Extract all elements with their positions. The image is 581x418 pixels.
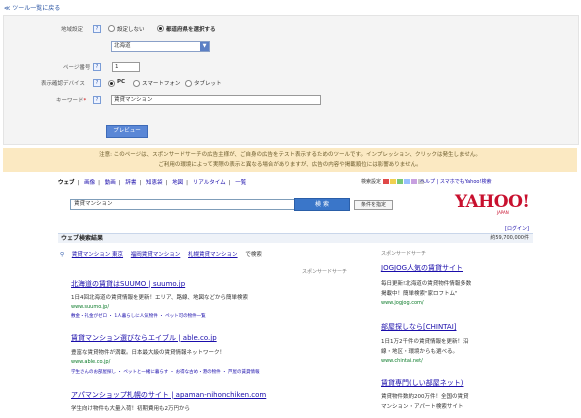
right-ad-description: マンション・アパート検索サイト [381,404,464,410]
yahoo-logo: YAHOO! [455,192,530,212]
right-ad-title[interactable]: JOGJOG人気の賃貸サイト [381,263,463,273]
tab-video[interactable]: 動画 [105,180,116,186]
device-tab-label[interactable]: タブレット [194,79,222,87]
tab-dictionary[interactable]: 辞書 [125,180,136,186]
ad-description: 1日4回北海道の賃貸情報を更新！エリア、路線、地図などから簡単検索 [71,295,248,301]
ad-title[interactable]: 賃貸マンション選びならエイブル | able.co.jp [71,333,217,343]
device-tab-radio[interactable] [185,80,192,87]
region-select-radio[interactable] [157,25,164,32]
right-ad-title[interactable]: 賃貸専門(しい部屋ネット) [381,378,463,388]
notice-banner: 注意: このページは、スポンサードサーチの広告主様が、ご自身の広告をテスト表示す… [3,148,577,172]
help-icon[interactable]: ? [93,63,101,71]
search-settings: 検索設定 [361,178,425,185]
ad-description: 学生向け物件も大量入荷！初期費用も2万円から [71,406,191,412]
right-ad-description: 1日1万2千件の賃貸情報を更新！沿 [381,339,469,345]
related-link[interactable]: 札幌賃貸マンション [188,252,238,258]
right-ad-title[interactable]: 部屋探しなら[CHINTAI] [381,322,457,332]
ad-title[interactable]: 北海道の賃貸はSUUMO | suumo.jp [71,279,185,289]
required-mark: * [83,98,87,104]
right-sponsor-label: スポンサードサーチ [381,251,427,257]
device-label: 表示確認デバイス [41,81,85,87]
tab-map[interactable]: 地図 [172,180,183,186]
ad-url[interactable]: www.able.co.jp/ [71,359,110,365]
ad-url[interactable]: www.suumo.jp/ [71,304,109,310]
device-pc-label[interactable]: PC [117,79,125,85]
prefecture-select[interactable]: 北海道 ▼ [111,41,210,52]
right-ad-description: 賃貸物件数約200万件！全国の賃貸 [381,394,469,400]
search-tabs: ウェブ | 画像 | 動画 | 辞書 | 知恵袋 | 地図 | リアルタイム | 一覧 [58,180,247,186]
theme-swatches [382,179,425,185]
login-link[interactable]: [ログイン] [505,225,529,232]
search-icon: ⚲ [60,252,65,258]
help-icon[interactable]: ? [93,79,101,87]
tab-list[interactable]: 一覧 [235,180,246,186]
results-header: ウェブ検索結果 約59,700,000件 [58,233,533,243]
search-settings-label[interactable]: 検索設定 [361,179,381,185]
tab-web[interactable]: ウェブ [58,180,75,186]
tab-realtime[interactable]: リアルタイム [193,180,226,186]
theme-swatch[interactable] [403,179,410,184]
right-ad-description: 線・地区・環境からも選べる。 [381,349,459,355]
right-ad-description: 毎日更新!北海道の賃貸物件情報多数 [381,281,472,287]
theme-swatch[interactable] [382,179,389,184]
keyword-input[interactable]: 賃貸マンション [111,95,321,105]
yahoo-search-button[interactable]: 検 索 [294,198,350,211]
preview-button[interactable]: プレビュー [106,125,148,138]
notice-line-2: ご利用の環境によって実際の表示と異なる場合がありますが、広告の内容や掲載順位には… [158,162,422,168]
ad-sitelinks[interactable]: 敷金・礼金がゼロ ・ 1人暮らしに人気物件 ・ ペット可の物件一覧 [71,313,206,319]
results-count: 約59,700,000件 [490,235,529,241]
ad-sitelinks[interactable]: 学生さんのお部屋探し ・ ペットと一緒に暮らす ・ お得な古め・港の物件 ・ 芦… [71,369,260,375]
device-sp-radio[interactable] [133,80,140,87]
keyword-label: キーワード* [56,98,87,104]
yahoo-search-input[interactable]: 賃貸マンション [70,199,297,210]
related-suffix: で検索 [245,252,262,258]
help-icon[interactable]: ? [93,96,101,104]
device-pc-radio[interactable] [108,80,115,87]
tab-images[interactable]: 画像 [84,180,95,186]
page-number-input[interactable]: 1 [112,62,140,72]
theme-swatch[interactable] [410,179,417,184]
related-link[interactable]: 福岡賃貸マンション [131,252,181,258]
chevron-down-icon: ▼ [200,42,209,51]
right-ad-url[interactable]: www.chintai.net/ [381,358,423,364]
right-ad-description: 掲載中！簡単検索"家ロフトム" [381,291,458,297]
page-number-label: ページ番号 [63,65,91,71]
back-to-tools-link[interactable]: ≪ ツール一覧に戻る [4,3,60,12]
region-none-label[interactable]: 設定しない [117,25,145,33]
related-searches: ⚲ 賃貸マンション 東京 福岡賃貸マンション 札幌賃貸マンション で検索 [60,250,268,258]
theme-swatch[interactable] [389,179,396,184]
settings-panel: 地域設定 ? 設定しない 都道府県を選択する 北海道 ▼ ページ番号 ? 1 表… [3,15,579,145]
notice-line-1: 注意: このページは、スポンサードサーチの広告主様が、ご自身の広告をテスト表示す… [99,152,481,158]
help-link[interactable]: ヘルプ [420,179,435,185]
ad-description: 豊富な賃貸物件が満載。日本最大級の賃貸情報ネットワーク！ [71,350,226,356]
prefecture-value: 北海道 [114,43,131,49]
region-label: 地域設定 [61,27,84,33]
device-sp-label[interactable]: スマートフォン [142,79,180,87]
condition-button[interactable]: 条件を指定 [354,200,393,210]
help-icon[interactable]: ? [93,25,101,33]
region-select-label[interactable]: 都道府県を選択する [166,25,216,33]
related-link[interactable]: 賃貸マンション 東京 [72,252,123,258]
yahoo-logo-sub: JAPAN [497,210,509,215]
sponsor-label: スポンサードサーチ [302,269,348,275]
tab-chiebukuro[interactable]: 知恵袋 [146,180,163,186]
header-links: ヘルプ | スマホでもYahoo!検索 [420,179,492,185]
theme-swatch[interactable] [396,179,403,184]
region-none-radio[interactable] [108,25,115,32]
smartphone-link[interactable]: スマホでもYahoo!検索 [440,179,492,185]
ad-title[interactable]: アパマンショップ札幌のサイト | apaman-nihonchiken.com [71,390,266,400]
right-ad-url[interactable]: www.jogjog.com/ [381,300,424,306]
results-title: ウェブ検索結果 [61,235,104,242]
